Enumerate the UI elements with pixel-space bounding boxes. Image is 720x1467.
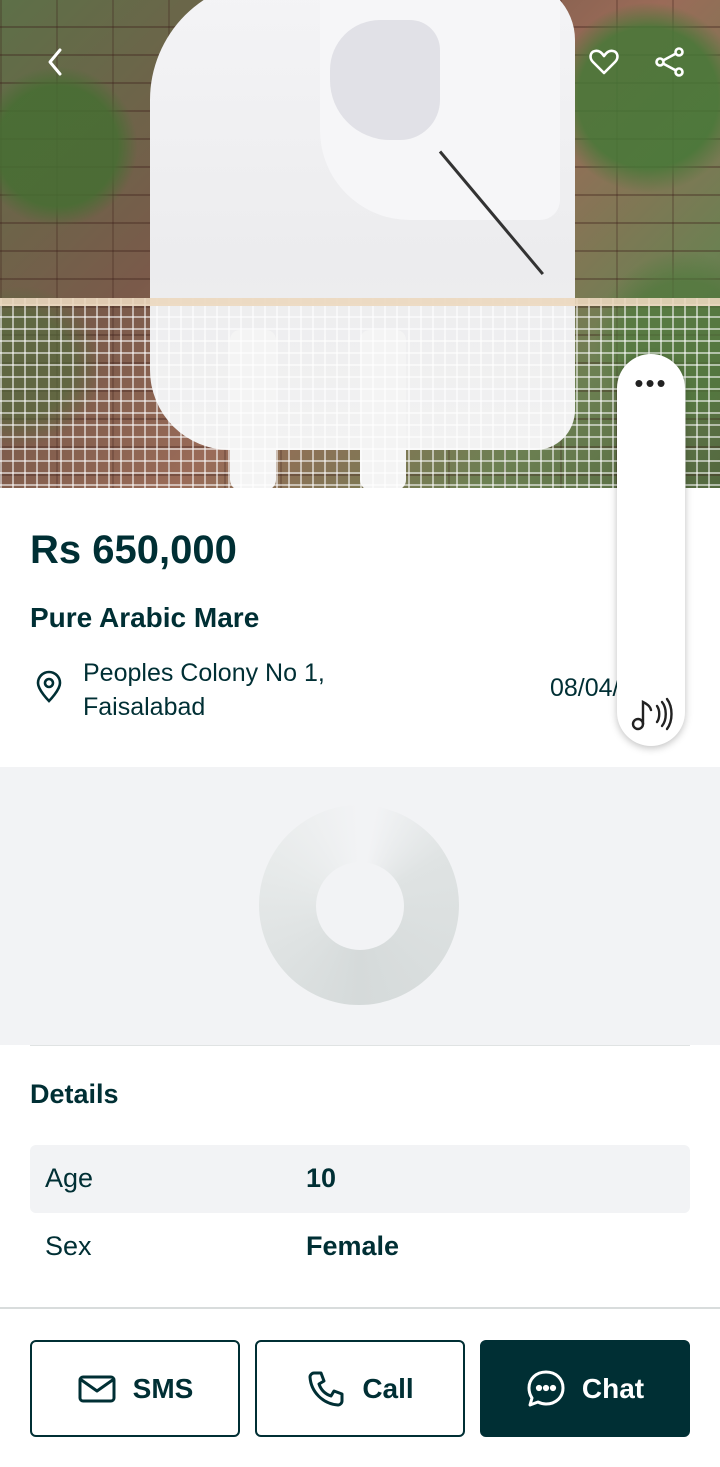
action-bar: SMS Call Chat [0, 1309, 720, 1467]
chevron-left-icon [48, 48, 62, 76]
details-value: 10 [306, 1163, 337, 1193]
details-row-age: Age 10 [30, 1145, 690, 1213]
phone-icon [308, 1371, 344, 1406]
more-options-icon[interactable]: ••• [617, 370, 685, 396]
details-section: Details Age 10 Sex Female [0, 1045, 720, 1307]
share-button[interactable] [646, 38, 694, 86]
location-pin-icon [36, 670, 62, 703]
map-placeholder [0, 767, 720, 1045]
photo-fence-net [0, 298, 720, 488]
floating-audio-widget[interactable]: ••• [601, 354, 697, 746]
photo-horse-head [330, 20, 440, 140]
chat-bubble-icon [527, 1370, 565, 1406]
favorite-button[interactable] [580, 38, 628, 86]
share-icon [655, 47, 684, 77]
listing-title: Pure Arabic Mare [30, 602, 260, 633]
listing-info: Rs 650,000 Pure Arabic Mare Peoples Colo… [0, 488, 720, 767]
listing-location[interactable]: Peoples Colony No 1, Faisalabad [83, 656, 403, 724]
heart-icon [589, 49, 619, 75]
back-button[interactable] [32, 38, 80, 86]
details-value: Female [306, 1231, 400, 1261]
details-heading: Details [30, 1079, 119, 1109]
section-divider [30, 1045, 690, 1046]
music-note-icon[interactable] [629, 694, 675, 734]
sms-label: SMS [132, 1372, 194, 1404]
details-key: Age [45, 1163, 94, 1193]
call-label: Call [362, 1372, 414, 1404]
loading-spinner-icon [259, 805, 459, 1005]
details-row-sex: Sex Female [30, 1213, 690, 1281]
sms-button[interactable]: SMS [30, 1340, 240, 1437]
location-line-2: Faisalabad [83, 693, 206, 721]
listing-photo[interactable] [0, 0, 720, 488]
chat-label: Chat [581, 1372, 645, 1404]
details-key: Sex [45, 1231, 92, 1261]
chat-button[interactable]: Chat [480, 1340, 690, 1437]
location-line-1: Peoples Colony No 1, [83, 659, 325, 687]
envelope-icon [78, 1375, 116, 1402]
listing-price: Rs 650,000 [30, 528, 237, 572]
call-button[interactable]: Call [255, 1340, 465, 1437]
